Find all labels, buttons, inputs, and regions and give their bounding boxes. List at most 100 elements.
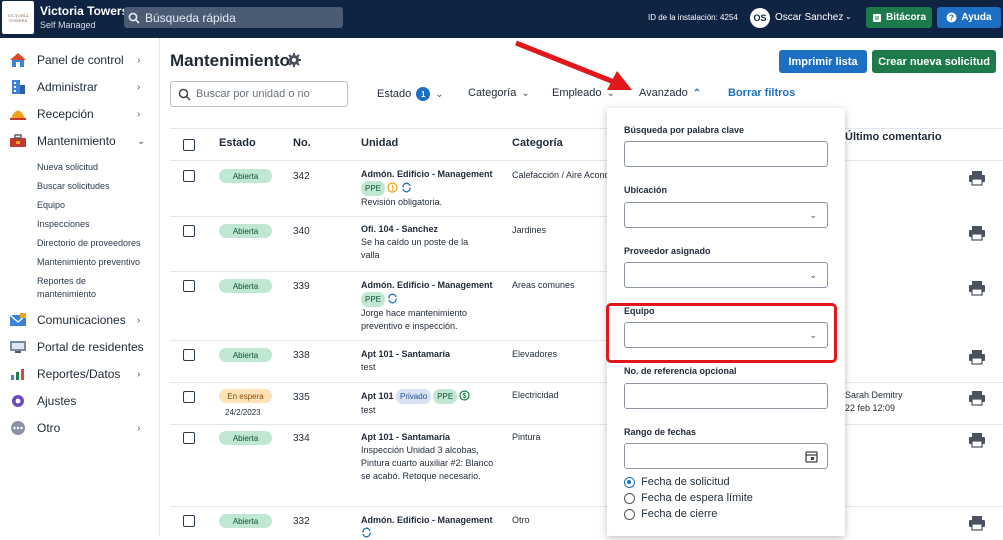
chevron-right-icon: ›: [137, 81, 141, 93]
table-row[interactable]: Ofi. 104 - Sanchez Se ha caído un poste …: [361, 223, 481, 262]
row-checkbox[interactable]: [183, 170, 195, 182]
sidebar-item-reportes[interactable]: Reportes/Datos ›: [0, 362, 160, 386]
column-header-estado[interactable]: Estado: [219, 137, 256, 149]
ppe-badge: PPE: [361, 181, 386, 196]
filter-avanzado[interactable]: Avanzado ⌃: [639, 87, 701, 99]
date-range-input[interactable]: [624, 443, 828, 469]
vendor-select[interactable]: ⌄: [624, 262, 828, 288]
chevron-down-icon: ⌄: [809, 210, 817, 220]
printer-icon[interactable]: [968, 515, 986, 531]
user-menu[interactable]: Oscar Sanchez: [775, 12, 843, 23]
request-number[interactable]: 334: [293, 433, 310, 444]
avatar[interactable]: OS: [750, 8, 770, 28]
keyword-search-input[interactable]: [624, 141, 828, 167]
location-select[interactable]: ⌄: [624, 202, 828, 228]
request-number[interactable]: 339: [293, 281, 310, 292]
sidebar: Panel de control › Administrar › Recepción…: [0, 38, 160, 536]
table-row[interactable]: Admón. Edificio - Management PPE Jorge h…: [361, 279, 496, 333]
chevron-down-icon[interactable]: ⌄: [845, 12, 852, 21]
status-badge: Abierta: [219, 224, 272, 238]
recurring-icon: [401, 182, 411, 193]
status-badge: En espera: [219, 389, 272, 403]
clear-filters-link[interactable]: Borrar filtros: [728, 87, 795, 99]
calendar-icon[interactable]: [805, 450, 818, 463]
divider: [170, 216, 607, 217]
printer-icon[interactable]: [968, 280, 986, 296]
request-number[interactable]: 342: [293, 171, 310, 182]
sidebar-subitem-buscar-solicitudes[interactable]: Buscar solicitudes: [37, 180, 110, 193]
help-button[interactable]: ? Ayuda: [937, 7, 1001, 28]
printer-icon[interactable]: [968, 225, 986, 241]
category-cell: Areas comunes: [512, 280, 575, 290]
reference-input[interactable]: [624, 383, 828, 409]
property-logo[interactable]: VICTORIA TOWERS: [2, 1, 34, 34]
row-checkbox[interactable]: [183, 515, 195, 527]
category-cell: Calefacción / Aire Acondicionado: [512, 170, 607, 180]
table-row[interactable]: Apt 101 Privado PPE $ test: [361, 389, 501, 417]
recurring-icon: [388, 293, 397, 304]
sidebar-subitem-nueva-solicitud[interactable]: Nueva solicitud: [37, 161, 98, 174]
toolbox-icon: [9, 133, 27, 149]
request-number[interactable]: 340: [293, 226, 310, 237]
mail-icon: [9, 312, 27, 328]
printer-icon[interactable]: [968, 390, 986, 406]
request-number[interactable]: 335: [293, 392, 310, 403]
printer-icon[interactable]: [968, 349, 986, 365]
sidebar-item-mantenimiento[interactable]: Mantenimiento ⌄: [0, 129, 160, 153]
column-header-unidad[interactable]: Unidad: [361, 137, 398, 149]
sidebar-item-panel[interactable]: Panel de control ›: [0, 48, 160, 72]
sidebar-subitem-reportes[interactable]: Reportes de mantenimiento: [37, 275, 147, 301]
column-header-no[interactable]: No.: [293, 137, 311, 149]
chevron-right-icon: ›: [137, 108, 141, 120]
sidebar-item-otro[interactable]: Otro ›: [0, 416, 160, 440]
table-row[interactable]: Admón. Edificio - Management: [361, 514, 501, 540]
row-checkbox[interactable]: [183, 225, 195, 237]
sidebar-item-ajustes[interactable]: Ajustes: [0, 389, 160, 413]
status-badge: Abierta: [219, 348, 272, 362]
divider: [170, 271, 607, 272]
unit-search-input[interactable]: Buscar por unidad o no: [170, 81, 348, 107]
sidebar-subitem-preventivo[interactable]: Mantenimiento preventivo: [37, 256, 140, 269]
top-bar: VICTORIA TOWERS Victoria Towers Self Man…: [0, 0, 1003, 38]
chevron-right-icon: ›: [137, 341, 141, 353]
row-checkbox[interactable]: [183, 391, 195, 403]
sidebar-subitem-proveedores[interactable]: Directorio de proveedores: [37, 237, 141, 250]
request-number[interactable]: 332: [293, 516, 310, 527]
bitacora-button[interactable]: Bitácora: [866, 7, 932, 28]
filter-estado[interactable]: Estado 1 ⌄: [377, 87, 444, 101]
divider: [170, 128, 1003, 129]
category-cell: Otro: [512, 515, 530, 525]
printer-icon[interactable]: [968, 170, 986, 186]
sidebar-item-recepcion[interactable]: Recepción ›: [0, 102, 160, 126]
sidebar-subitem-inspecciones[interactable]: Inspecciones: [37, 218, 90, 231]
help-icon: ?: [946, 12, 957, 23]
create-request-button[interactable]: Crear nueva solicitud: [872, 50, 996, 73]
sidebar-item-portal[interactable]: Portal de residentes ›: [0, 335, 160, 359]
row-checkbox[interactable]: [183, 349, 195, 361]
quick-search-input[interactable]: Búsqueda rápida: [124, 7, 343, 28]
radio-fecha-cierre[interactable]: Fecha de cierre: [624, 508, 717, 520]
status-badge: Abierta: [219, 431, 272, 445]
location-label: Ubicación: [624, 185, 668, 195]
radio-fecha-espera[interactable]: Fecha de espera límite: [624, 492, 753, 504]
log-icon: [872, 13, 881, 22]
table-row[interactable]: Admón. Edificio - Management PPE Revisió…: [361, 168, 501, 209]
property-name: Victoria Towers: [40, 4, 129, 18]
gear-icon[interactable]: [287, 53, 301, 67]
sidebar-item-administrar[interactable]: Administrar ›: [0, 75, 160, 99]
print-list-button[interactable]: Imprimir lista: [779, 50, 867, 73]
column-header-categoria[interactable]: Categoría: [512, 137, 563, 149]
radio-fecha-solicitud[interactable]: Fecha de solicitud: [624, 476, 730, 488]
column-header-ultimo-comentario[interactable]: Último comentario: [845, 131, 942, 143]
row-checkbox[interactable]: [183, 280, 195, 292]
table-row[interactable]: Apt 101 - Santamaría test: [361, 348, 501, 374]
sidebar-subitem-equipo[interactable]: Equipo: [37, 199, 65, 212]
row-checkbox[interactable]: [183, 432, 195, 444]
request-number[interactable]: 338: [293, 350, 310, 361]
sidebar-item-comunicaciones[interactable]: Comunicaciones ›: [0, 308, 160, 332]
printer-icon[interactable]: [968, 432, 986, 448]
select-all-checkbox[interactable]: [183, 139, 195, 151]
date-range-label: Rango de fechas: [624, 427, 697, 437]
radio-unselected: [624, 492, 635, 504]
table-row[interactable]: Apt 101 - Santamaría Inspección Unidad 3…: [361, 431, 501, 483]
